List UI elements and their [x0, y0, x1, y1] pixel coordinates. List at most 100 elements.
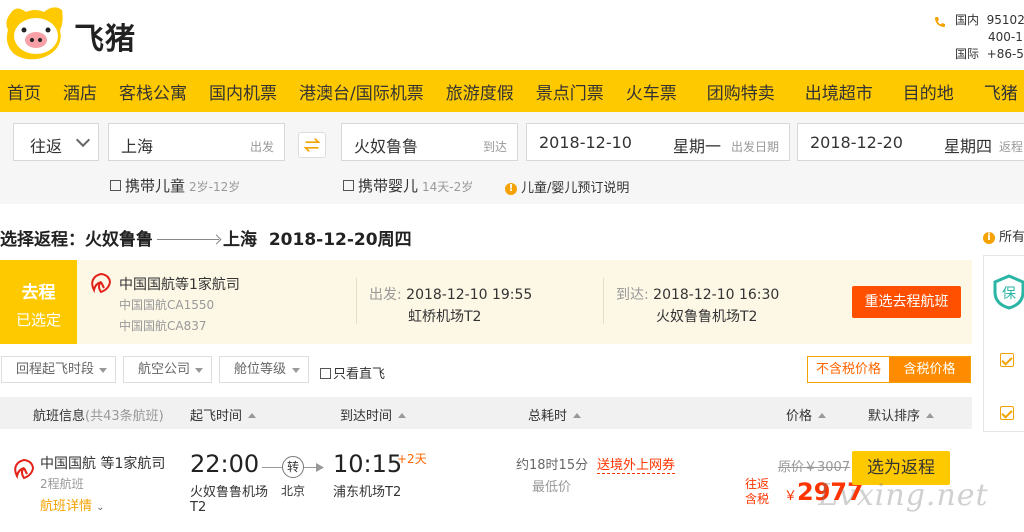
nav-hotel[interactable]: 酒店 — [52, 79, 108, 104]
depart-time: 2018-12-10 19:55 — [406, 287, 533, 303]
infant-checkbox[interactable] — [343, 180, 354, 191]
nav-intl-flights[interactable]: 港澳台/国际机票 — [288, 79, 435, 104]
outbound-tag-status: 已选定 — [15, 311, 61, 329]
search-panel: 往返 上海 出发 火奴鲁鲁 到达 2018-12-10 星期一 出发日期 201… — [0, 112, 1024, 204]
depart-date-value: 2018-12-10 — [539, 133, 632, 152]
cabin-filter[interactable]: 舱位等级 — [219, 356, 309, 383]
flight-arrive-airport: 浦东机场T2 — [333, 485, 402, 500]
depart-airport: 虹桥机场T2 — [408, 309, 482, 325]
trip-type-select[interactable]: 往返 — [13, 123, 99, 161]
from-hint: 出发 — [249, 140, 274, 154]
swap-icon[interactable] — [298, 132, 326, 158]
transfer-badge: 转 — [282, 456, 304, 478]
title-prefix: 选择返程： — [0, 230, 85, 250]
air-china-logo-icon — [14, 458, 35, 480]
from-city-input[interactable]: 上海 出发 — [108, 123, 285, 161]
filter-label: 舱位等级 — [234, 362, 287, 377]
flight-depart-time: 22:00 — [190, 450, 260, 478]
arrive-time: 2018-12-10 16:30 — [653, 287, 780, 303]
intl-phone: +86-5 — [986, 47, 1024, 61]
flight-details-link[interactable]: 航班详情 ⌄ — [40, 495, 105, 514]
page-title: 选择返程：火奴鲁鲁 上海 2018-12-20周四 — [0, 225, 412, 250]
nav-domestic-flights[interactable]: 国内机票 — [198, 79, 288, 104]
nav-inn[interactable]: 客栈公寓 — [108, 79, 198, 104]
arrow-right-icon — [157, 239, 219, 240]
nav-train[interactable]: 火车票 — [615, 79, 688, 104]
nav-destination[interactable]: 目的地 — [892, 79, 965, 104]
infant-option[interactable]: 携带婴儿 14天-2岁 — [343, 175, 473, 196]
insurance-shield-icon[interactable]: 保 — [993, 274, 1024, 310]
from-city-value: 上海 — [121, 137, 154, 156]
sort-icon — [573, 413, 582, 418]
nav-vacation[interactable]: 旅游度假 — [435, 79, 525, 104]
nav-home[interactable]: 首页 — [0, 79, 52, 104]
child-age: 2岁-12岁 — [189, 180, 241, 194]
return-date-value: 2018-12-20 — [810, 133, 903, 152]
airline-filter[interactable]: 航空公司 — [123, 356, 212, 383]
sort-default[interactable]: 默认排序 — [868, 405, 935, 424]
child-checkbox[interactable] — [110, 180, 121, 191]
depart-hint: 出发日期 — [730, 140, 779, 154]
chevron-down-icon — [75, 132, 91, 148]
roundtrip-label: 往返 含税 — [745, 477, 769, 507]
phone-icon — [935, 17, 945, 27]
to-city-input[interactable]: 火奴鲁鲁 到达 — [341, 123, 518, 161]
col-label: 总耗时 — [528, 409, 568, 424]
return-weekday: 星期四 — [944, 137, 993, 156]
child-option[interactable]: 携带儿童 2岁-12岁 — [110, 175, 240, 196]
svg-text:保: 保 — [1002, 286, 1016, 302]
col-flight-info-label: 航班信息 — [33, 409, 86, 424]
col-label: 价格 — [786, 409, 813, 424]
title-from: 火奴鲁鲁 — [85, 230, 153, 250]
arrive-label: 到达: — [616, 287, 649, 303]
sort-icon — [818, 413, 827, 418]
details-label: 航班详情 — [40, 499, 93, 514]
contact-info: 国内 95102 400-1 国际 +86-5 — [955, 12, 1024, 63]
transfer-city: 北京 — [281, 484, 306, 498]
flight-duration: 约18时15分 — [516, 458, 589, 473]
nav-tickets[interactable]: 景点门票 — [525, 79, 615, 104]
depart-time-filter[interactable]: 回程起飞时段 — [1, 356, 116, 383]
outbound-summary: 去程 已选定 中国国航等1家航司 中国国航CA1550 中国国航CA837 出发… — [0, 260, 972, 344]
sidebar-all-label: 所有 — [999, 230, 1024, 245]
roundtrip-label-1: 往返 — [745, 477, 770, 491]
col-flight-info: 航班信息(共43条航班) — [33, 405, 164, 424]
domestic-label: 国内 — [955, 13, 980, 27]
infant-age: 14天-2岁 — [422, 180, 474, 194]
booking-note-link[interactable]: ! 儿童/婴儿预订说明 — [505, 177, 629, 196]
divider — [356, 278, 357, 324]
rechoose-outbound-button[interactable]: 重选去程航班 — [852, 286, 961, 318]
tax-excluded-option[interactable]: 不含税价格 — [808, 357, 889, 382]
caret-down-icon — [99, 368, 107, 373]
caret-down-icon — [292, 368, 300, 373]
to-hint: 到达 — [482, 140, 507, 154]
sort-depart-time[interactable]: 起飞时间 — [190, 405, 257, 424]
direct-only-label: 只看直飞 — [333, 367, 386, 382]
flight-legs: 2程航班 — [40, 477, 84, 491]
sort-arrive-time[interactable]: 到达时间 — [340, 405, 407, 424]
outbound-arrive: 到达: 2018-12-10 16:30 — [616, 284, 779, 304]
price-mode-toggle: 不含税价格 含税价格 — [807, 356, 971, 383]
direct-only-option[interactable]: 只看直飞 — [320, 363, 385, 382]
coupon-promo[interactable]: 送境外上网券 — [597, 454, 676, 474]
col-label: 到达时间 — [340, 409, 393, 424]
chevron-down-icon: ⌄ — [96, 502, 105, 513]
pig-logo-icon[interactable] — [2, 4, 68, 62]
depart-date-input[interactable]: 2018-12-10 星期一 出发日期 — [526, 123, 790, 161]
direct-only-checkbox[interactable] — [320, 368, 331, 379]
caret-down-icon — [195, 368, 203, 373]
brand-name: 飞猪 — [74, 22, 136, 57]
sidebar-notice[interactable]: i 所有 — [983, 226, 1024, 245]
sort-duration[interactable]: 总耗时 — [528, 405, 582, 424]
nav-group-buy[interactable]: 团购特卖 — [696, 79, 786, 104]
nav-duty-free[interactable]: 出境超市 — [794, 79, 884, 104]
nav-fliggy[interactable]: 飞猪 — [973, 79, 1024, 104]
sort-icon — [926, 413, 935, 418]
checklist-icon — [1000, 406, 1014, 420]
tax-included-option[interactable]: 含税价格 — [889, 357, 970, 382]
domestic-phone: 95102 — [986, 13, 1024, 27]
arrive-airport: 火奴鲁鲁机场T2 — [656, 309, 758, 325]
return-date-input[interactable]: 2018-12-20 星期四 返程 — [797, 123, 1024, 161]
lowest-price-tag: 最低价 — [532, 480, 572, 495]
sort-price[interactable]: 价格 — [786, 405, 827, 424]
